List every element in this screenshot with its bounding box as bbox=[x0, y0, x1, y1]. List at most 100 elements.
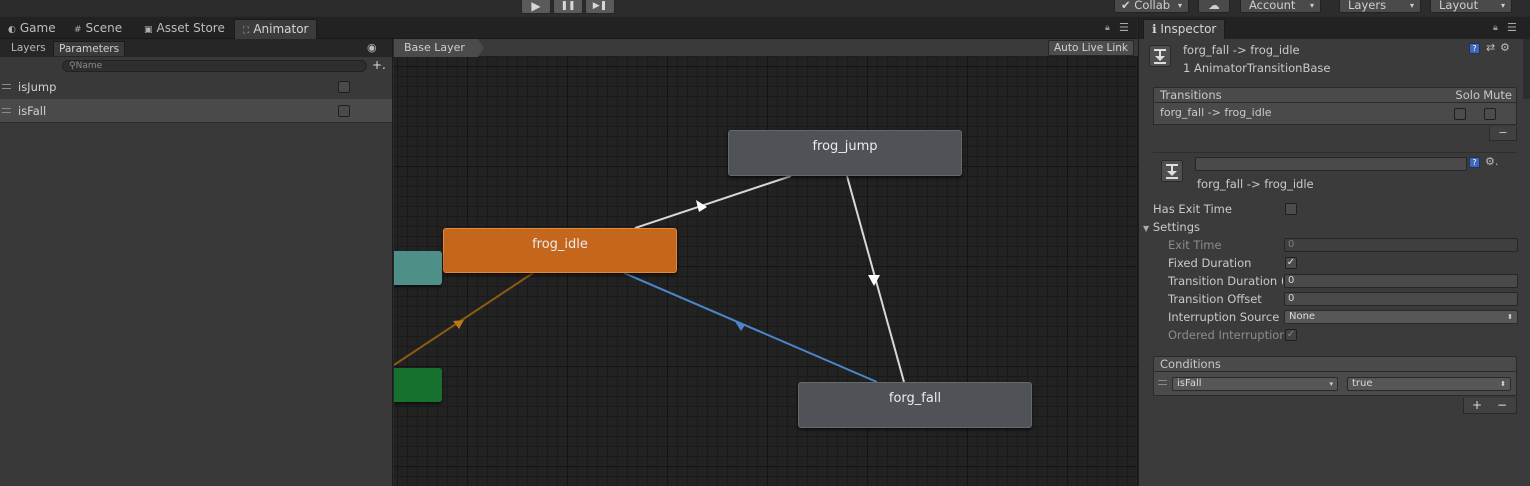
editor-tabs: ◐ Game # Scene ▣ Asset Store ⛶ Animator 🔒︎ ☰ bbox=[0, 17, 1137, 39]
state-node-entry[interactable] bbox=[394, 368, 442, 402]
eye-icon[interactable]: ◉ bbox=[367, 41, 377, 54]
drag-handle-icon[interactable] bbox=[1158, 380, 1167, 385]
menu-icon[interactable]: ☰ bbox=[1119, 21, 1129, 34]
top-toolbar: ▶ ❚❚ ▶❚ ✔ Collab ▾ ☁ Account ▾ Layers ▾ … bbox=[0, 0, 1530, 16]
tab-animator[interactable]: ⛶ Animator bbox=[234, 19, 318, 39]
settings-label: Settings bbox=[1152, 220, 1200, 234]
mute-checkbox[interactable] bbox=[1484, 108, 1496, 120]
conditions-header: Conditions bbox=[1153, 356, 1517, 372]
gear-icon[interactable]: ⚙ bbox=[1500, 41, 1510, 54]
layers-dropdown[interactable]: Layers ▾ bbox=[1339, 0, 1421, 13]
panel-subtabs: Layers Parameters ◉ bbox=[0, 39, 392, 57]
transition-name-field[interactable] bbox=[1195, 157, 1467, 171]
lock-icon[interactable]: 🔒︎ bbox=[1105, 23, 1110, 33]
transition-list-row[interactable]: forg_fall -> frog_idle bbox=[1153, 103, 1517, 125]
remove-transition-button[interactable]: − bbox=[1489, 127, 1517, 141]
settings-foldout[interactable]: ▼ Settings bbox=[1143, 220, 1200, 234]
interruption-source-value: None bbox=[1289, 311, 1316, 322]
layout-dropdown[interactable]: Layout ▾ bbox=[1430, 0, 1512, 13]
condition-row[interactable]: isFall ▾ true ⬍ bbox=[1153, 372, 1517, 396]
tab-scene-label: Scene bbox=[85, 21, 123, 35]
inspector-panel: ℹ Inspector 🔒︎ ☰ forg_fall -> frog_idle … bbox=[1138, 17, 1530, 486]
state-name: forg_fall bbox=[888, 391, 942, 406]
step-button[interactable]: ▶❚ bbox=[585, 0, 615, 14]
lock-icon[interactable]: 🔒︎ bbox=[1493, 23, 1498, 33]
parameter-checkbox[interactable] bbox=[338, 81, 350, 93]
solo-checkbox[interactable] bbox=[1454, 108, 1466, 120]
transition-row-label: forg_fall -> frog_idle bbox=[1160, 106, 1272, 119]
tab-game[interactable]: ◐ Game bbox=[0, 19, 64, 39]
transition-icon bbox=[1149, 45, 1171, 67]
tab-animator-label: Animator bbox=[253, 22, 309, 36]
fixed-duration-checkbox[interactable]: ✓ bbox=[1285, 257, 1297, 269]
has-exit-time-checkbox[interactable] bbox=[1285, 203, 1297, 215]
state-node-any-state[interactable] bbox=[394, 251, 442, 285]
collab-dropdown[interactable]: ✔ Collab ▾ bbox=[1114, 0, 1189, 13]
preset-icon[interactable]: ⇄ bbox=[1486, 41, 1495, 54]
state-node-frog-idle[interactable]: frog_idle bbox=[443, 228, 677, 273]
menu-icon[interactable]: ☰ bbox=[1507, 21, 1517, 34]
condition-parameter-value: isFall bbox=[1177, 378, 1202, 389]
condition-parameter-dropdown[interactable]: isFall ▾ bbox=[1172, 377, 1338, 391]
auto-live-link-button[interactable]: Auto Live Link bbox=[1048, 40, 1134, 56]
transition-entry-to-idle[interactable] bbox=[394, 272, 534, 366]
play-button[interactable]: ▶ bbox=[521, 0, 551, 14]
tab-asset-store[interactable]: ▣ Asset Store bbox=[136, 19, 233, 39]
transitions-header: Transitions Solo Mute bbox=[1153, 87, 1517, 103]
inspector-tab-row: ℹ Inspector 🔒︎ ☰ bbox=[1139, 17, 1530, 39]
parameter-search-input[interactable]: ⚲Name bbox=[62, 60, 367, 72]
remove-condition-button[interactable]: − bbox=[1497, 398, 1507, 412]
transition-duration-field[interactable]: 0 bbox=[1284, 274, 1518, 288]
exit-time-field: 0 bbox=[1284, 238, 1518, 252]
tab-layers[interactable]: Layers bbox=[6, 41, 51, 56]
transition-offset-field[interactable]: 0 bbox=[1284, 292, 1518, 306]
transition-idle-to-jump[interactable] bbox=[634, 175, 792, 229]
add-condition-button[interactable]: + bbox=[1472, 398, 1482, 412]
help-icon[interactable]: ? bbox=[1469, 43, 1480, 54]
cloud-button[interactable]: ☁ bbox=[1198, 0, 1230, 13]
gear-icon[interactable]: ⚙. bbox=[1485, 155, 1498, 168]
transition-detail-name: forg_fall -> frog_idle bbox=[1197, 177, 1314, 191]
parameter-name: isFall bbox=[18, 104, 47, 118]
ordered-interruption-checkbox: ✓ bbox=[1285, 329, 1297, 341]
tab-parameters[interactable]: Parameters bbox=[53, 41, 126, 56]
chevron-down-icon: ▾ bbox=[1309, 1, 1314, 10]
animator-graph[interactable]: Base Layer Auto Live Link frog_jump frog… bbox=[394, 39, 1138, 486]
exit-time-label: Exit Time bbox=[1168, 238, 1222, 252]
parameter-checkbox[interactable] bbox=[338, 105, 350, 117]
account-label: Account bbox=[1249, 0, 1296, 12]
tab-scene[interactable]: # Scene bbox=[66, 19, 130, 39]
graph-header: Base Layer Auto Live Link bbox=[394, 39, 1138, 57]
account-dropdown[interactable]: Account ▾ bbox=[1240, 0, 1321, 13]
parameter-row[interactable]: isJump bbox=[0, 75, 392, 99]
pause-button[interactable]: ❚❚ bbox=[553, 0, 583, 14]
transition-fall-to-idle[interactable] bbox=[623, 272, 878, 383]
transition-arrowhead bbox=[868, 275, 880, 286]
layout-label: Layout bbox=[1439, 0, 1479, 12]
condition-value-dropdown[interactable]: true ⬍ bbox=[1347, 377, 1511, 391]
add-parameter-button[interactable]: +. bbox=[372, 58, 386, 72]
scene-icon: # bbox=[74, 25, 82, 35]
state-node-forg-fall[interactable]: forg_fall bbox=[798, 382, 1032, 428]
scrollbar[interactable] bbox=[1523, 39, 1530, 99]
fixed-duration-label: Fixed Duration bbox=[1168, 256, 1252, 270]
tab-inspector[interactable]: ℹ Inspector bbox=[1143, 19, 1226, 39]
mute-label: Mute bbox=[1483, 88, 1512, 102]
inspector-title: forg_fall -> frog_idle bbox=[1183, 43, 1300, 57]
transition-arrowhead bbox=[734, 320, 745, 331]
triangle-down-icon: ▼ bbox=[1143, 224, 1150, 233]
state-name: frog_idle bbox=[532, 237, 588, 252]
tab-game-label: Game bbox=[19, 21, 56, 35]
search-icon: ⚲ bbox=[69, 61, 76, 71]
state-name: frog_jump bbox=[812, 139, 878, 154]
interruption-source-dropdown[interactable]: None ⬍ bbox=[1284, 310, 1518, 324]
breadcrumb[interactable]: Base Layer bbox=[394, 39, 484, 57]
help-icon[interactable]: ? bbox=[1469, 157, 1480, 168]
drag-handle-icon[interactable] bbox=[2, 108, 11, 113]
parameter-row[interactable]: isFall bbox=[0, 99, 392, 123]
chevron-down-icon: ▾ bbox=[1409, 1, 1414, 10]
check-icon: ✔ bbox=[1121, 0, 1131, 12]
state-node-frog-jump[interactable]: frog_jump bbox=[728, 130, 962, 176]
drag-handle-icon[interactable] bbox=[2, 84, 11, 89]
shopping-bag-icon: ▣ bbox=[144, 25, 153, 35]
